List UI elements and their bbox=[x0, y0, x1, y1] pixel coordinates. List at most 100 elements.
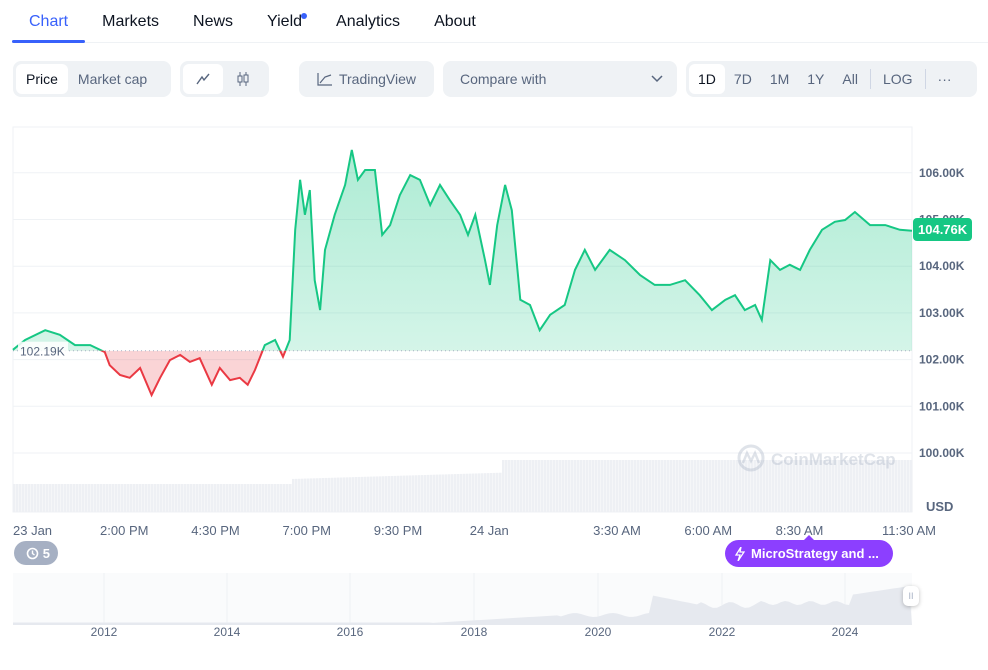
volume-bar bbox=[166, 484, 169, 512]
volume-bar bbox=[274, 484, 277, 512]
volume-bar bbox=[523, 460, 526, 512]
volume-bar bbox=[697, 460, 700, 512]
tab-markets[interactable]: Markets bbox=[85, 0, 176, 42]
tab-chart[interactable]: Chart bbox=[12, 0, 86, 43]
volume-bar bbox=[565, 460, 568, 512]
tab-news[interactable]: News bbox=[176, 0, 250, 42]
volume-bar bbox=[331, 477, 334, 512]
volume-bar bbox=[97, 484, 100, 512]
volume-bar bbox=[103, 484, 106, 512]
volume-bar bbox=[505, 460, 508, 512]
volume-bar bbox=[145, 484, 148, 512]
volume-bar bbox=[148, 484, 151, 512]
volume-bar bbox=[262, 484, 265, 512]
volume-bar bbox=[34, 484, 37, 512]
volume-bar bbox=[763, 460, 766, 512]
range-1d[interactable]: 1D bbox=[689, 64, 725, 94]
volume-bar bbox=[631, 460, 634, 512]
volume-bar bbox=[133, 484, 136, 512]
volume-bar bbox=[910, 460, 913, 512]
volume-bar bbox=[214, 484, 217, 512]
tab-about[interactable]: About bbox=[417, 0, 493, 42]
navigator[interactable]: 2012 2014 2016 2018 2020 2022 2024 bbox=[13, 573, 912, 639]
volume-bar bbox=[487, 473, 490, 512]
volume-bar bbox=[535, 460, 538, 512]
volume-bar bbox=[658, 460, 661, 512]
volume-bar bbox=[649, 460, 652, 512]
volume-bar bbox=[685, 460, 688, 512]
news-event-label: MicroStrategy and ... bbox=[751, 546, 879, 561]
history-button[interactable]: 5 bbox=[14, 541, 58, 565]
volume-bar bbox=[259, 484, 262, 512]
volume-bar bbox=[667, 460, 670, 512]
volume-bar bbox=[109, 484, 112, 512]
volume-bar bbox=[46, 484, 49, 512]
volume-bar bbox=[490, 473, 493, 512]
volume-bar bbox=[184, 484, 187, 512]
chevron-down-icon bbox=[651, 75, 663, 83]
volume-bar bbox=[325, 477, 328, 512]
volume-bar bbox=[334, 477, 337, 512]
volume-bar bbox=[250, 484, 253, 512]
tab-analytics[interactable]: Analytics bbox=[319, 0, 417, 42]
volume-bar bbox=[313, 478, 316, 512]
range-1m[interactable]: 1M bbox=[761, 64, 798, 94]
y-tick-label: 100.00K bbox=[919, 446, 965, 460]
volume-bar bbox=[13, 484, 16, 512]
volume-bar bbox=[352, 477, 355, 512]
range-all[interactable]: All bbox=[833, 64, 867, 94]
volume-bar bbox=[280, 484, 283, 512]
navigator-drag-handle[interactable]: II bbox=[903, 586, 919, 606]
tab-label: News bbox=[193, 13, 234, 30]
y-tick-label: 106.00K bbox=[919, 166, 965, 180]
volume-bar bbox=[28, 484, 31, 512]
volume-bar bbox=[307, 478, 310, 512]
volume-bar bbox=[91, 484, 94, 512]
volume-bar bbox=[397, 475, 400, 512]
time-range-selector: 1D 7D 1M 1Y All LOG ··· bbox=[686, 61, 977, 97]
volume-bar bbox=[388, 476, 391, 512]
tradingview-button[interactable]: TradingView bbox=[299, 61, 434, 97]
volume-bar bbox=[712, 460, 715, 512]
log-scale-button[interactable]: LOG bbox=[874, 64, 922, 94]
volume-bar bbox=[526, 460, 529, 512]
volume-bar bbox=[400, 475, 403, 512]
range-1y[interactable]: 1Y bbox=[798, 64, 833, 94]
volume-bar bbox=[295, 478, 298, 512]
volume-bar bbox=[373, 476, 376, 512]
volume-bar bbox=[241, 484, 244, 512]
x-tick-label: 8:30 AM bbox=[776, 523, 824, 538]
market-cap-button[interactable]: Market cap bbox=[68, 64, 157, 94]
volume-bar bbox=[157, 484, 160, 512]
volume-bar bbox=[607, 460, 610, 512]
volume-bar bbox=[160, 484, 163, 512]
price-button[interactable]: Price bbox=[16, 64, 68, 94]
volume-bar bbox=[571, 460, 574, 512]
tradingview-label: TradingView bbox=[338, 71, 417, 87]
more-options-button[interactable]: ··· bbox=[929, 64, 961, 94]
x-tick-label: 4:30 PM bbox=[191, 523, 239, 538]
volume-bar bbox=[748, 460, 751, 512]
volume-bar bbox=[541, 460, 544, 512]
volume-bar bbox=[634, 460, 637, 512]
news-event-marker[interactable]: MicroStrategy and ... bbox=[725, 535, 893, 567]
line-chart-icon[interactable] bbox=[183, 64, 223, 94]
volume-bar bbox=[664, 460, 667, 512]
volume-bar bbox=[337, 477, 340, 512]
new-indicator-dot bbox=[301, 13, 308, 19]
volume-bar bbox=[37, 484, 40, 512]
volume-bar bbox=[751, 460, 754, 512]
volume-bar bbox=[223, 484, 226, 512]
volume-bar bbox=[676, 460, 679, 512]
volume-bar bbox=[688, 460, 691, 512]
compare-with-placeholder: Compare with bbox=[460, 71, 547, 87]
tab-yield[interactable]: Yield bbox=[250, 0, 319, 42]
volume-bar bbox=[358, 476, 361, 512]
volume-bar bbox=[574, 460, 577, 512]
volume-bar bbox=[169, 484, 172, 512]
compare-with-dropdown[interactable]: Compare with bbox=[443, 61, 677, 97]
volume-bar bbox=[181, 484, 184, 512]
range-7d[interactable]: 7D bbox=[725, 64, 761, 94]
volume-bar bbox=[172, 484, 175, 512]
candlestick-icon[interactable] bbox=[223, 64, 263, 94]
